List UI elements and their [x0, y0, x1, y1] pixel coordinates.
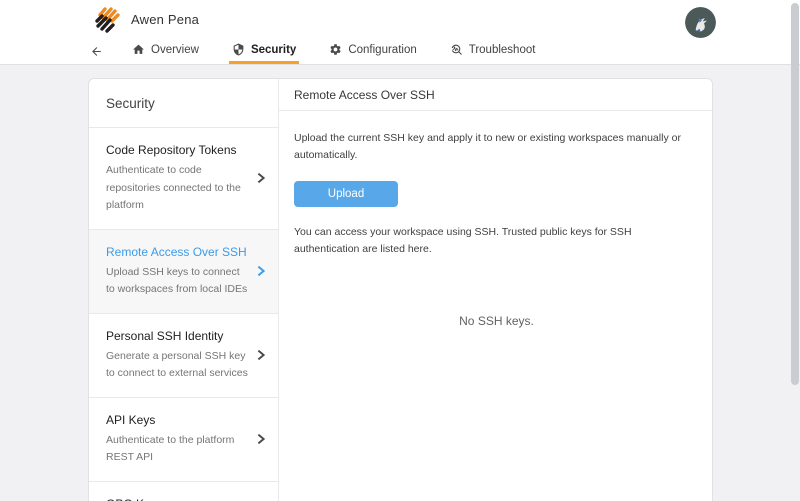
- sidebar-item-personal-ssh-identity[interactable]: Personal SSH Identity Generate a persona…: [89, 314, 278, 398]
- panel-title: Remote Access Over SSH: [279, 79, 712, 111]
- chevron-right-icon: [257, 173, 266, 184]
- home-icon: [133, 44, 144, 54]
- chevron-right-icon: [257, 265, 266, 277]
- item-title: Remote Access Over SSH: [106, 244, 247, 259]
- upload-hint-text: Upload the current SSH key and apply it …: [294, 132, 681, 161]
- tab-security[interactable]: Security: [228, 38, 300, 64]
- settings-card: Security Code Repository Tokens Authenti…: [88, 78, 713, 501]
- avatar-image: [685, 7, 716, 38]
- arrow-left-icon: [92, 46, 101, 56]
- tab-security-label: Security: [250, 43, 297, 56]
- item-description: Generate a personal SSH key to connect t…: [106, 349, 248, 380]
- shield-icon: [233, 43, 244, 56]
- item-title: API Keys: [106, 412, 156, 427]
- back-button[interactable]: [90, 38, 103, 64]
- item-description: Authenticate to the platform REST API: [106, 433, 235, 464]
- top-bar: Awen Pena: [0, 0, 800, 38]
- chevron-right-icon: [257, 433, 266, 445]
- app-title: Awen Pena: [131, 11, 200, 27]
- sidebar-item-gpg-keys[interactable]: GPG Keys: [89, 482, 278, 501]
- sidebar-item-remote-access-over-ssh[interactable]: Remote Access Over SSH Upload SSH keys t…: [89, 229, 278, 314]
- page-content: Security Code Repository Tokens Authenti…: [0, 65, 800, 501]
- empty-state-text: No SSH keys.: [459, 314, 534, 328]
- tab-configuration[interactable]: Configuration: [326, 38, 419, 64]
- item-title: GPG Keys: [106, 497, 248, 501]
- ssh-access-hint-text: You can access your workspace using SSH.…: [294, 226, 632, 255]
- panel-body: Upload the current SSH key and apply it …: [279, 111, 712, 328]
- gear-icon: [330, 44, 341, 55]
- upload-button[interactable]: Upload: [294, 181, 398, 207]
- nav-bar: Overview Security Configuration Troubles…: [0, 38, 800, 65]
- remote-access-panel: Remote Access Over SSH Upload the curren…: [279, 79, 712, 501]
- tab-overview[interactable]: Overview: [129, 38, 202, 64]
- troubleshoot-icon: [451, 44, 462, 55]
- tab-troubleshoot-label: Troubleshoot: [468, 43, 536, 56]
- sidebar-item-code-repository-tokens[interactable]: Code Repository Tokens Authenticate to c…: [89, 128, 278, 230]
- item-description: Upload SSH keys to connect to workspaces…: [106, 265, 248, 296]
- sidebar-item-api-keys[interactable]: API Keys Authenticate to the platform RE…: [89, 398, 278, 482]
- tab-overview-label: Overview: [151, 43, 199, 56]
- sidebar-title: Security: [89, 79, 278, 128]
- item-title: Code Repository Tokens: [106, 143, 237, 157]
- user-avatar[interactable]: [685, 7, 716, 38]
- item-description: Authenticate to code repositories connec…: [106, 164, 241, 211]
- item-title: Personal SSH Identity: [106, 328, 224, 343]
- app-logo-icon: [95, 6, 120, 33]
- security-sidebar: Security Code Repository Tokens Authenti…: [89, 79, 279, 501]
- tab-configuration-label: Configuration: [348, 43, 417, 56]
- vertical-scrollbar-thumb[interactable]: [791, 3, 799, 385]
- tab-troubleshoot[interactable]: Troubleshoot: [447, 38, 539, 64]
- chevron-right-icon: [257, 349, 266, 361]
